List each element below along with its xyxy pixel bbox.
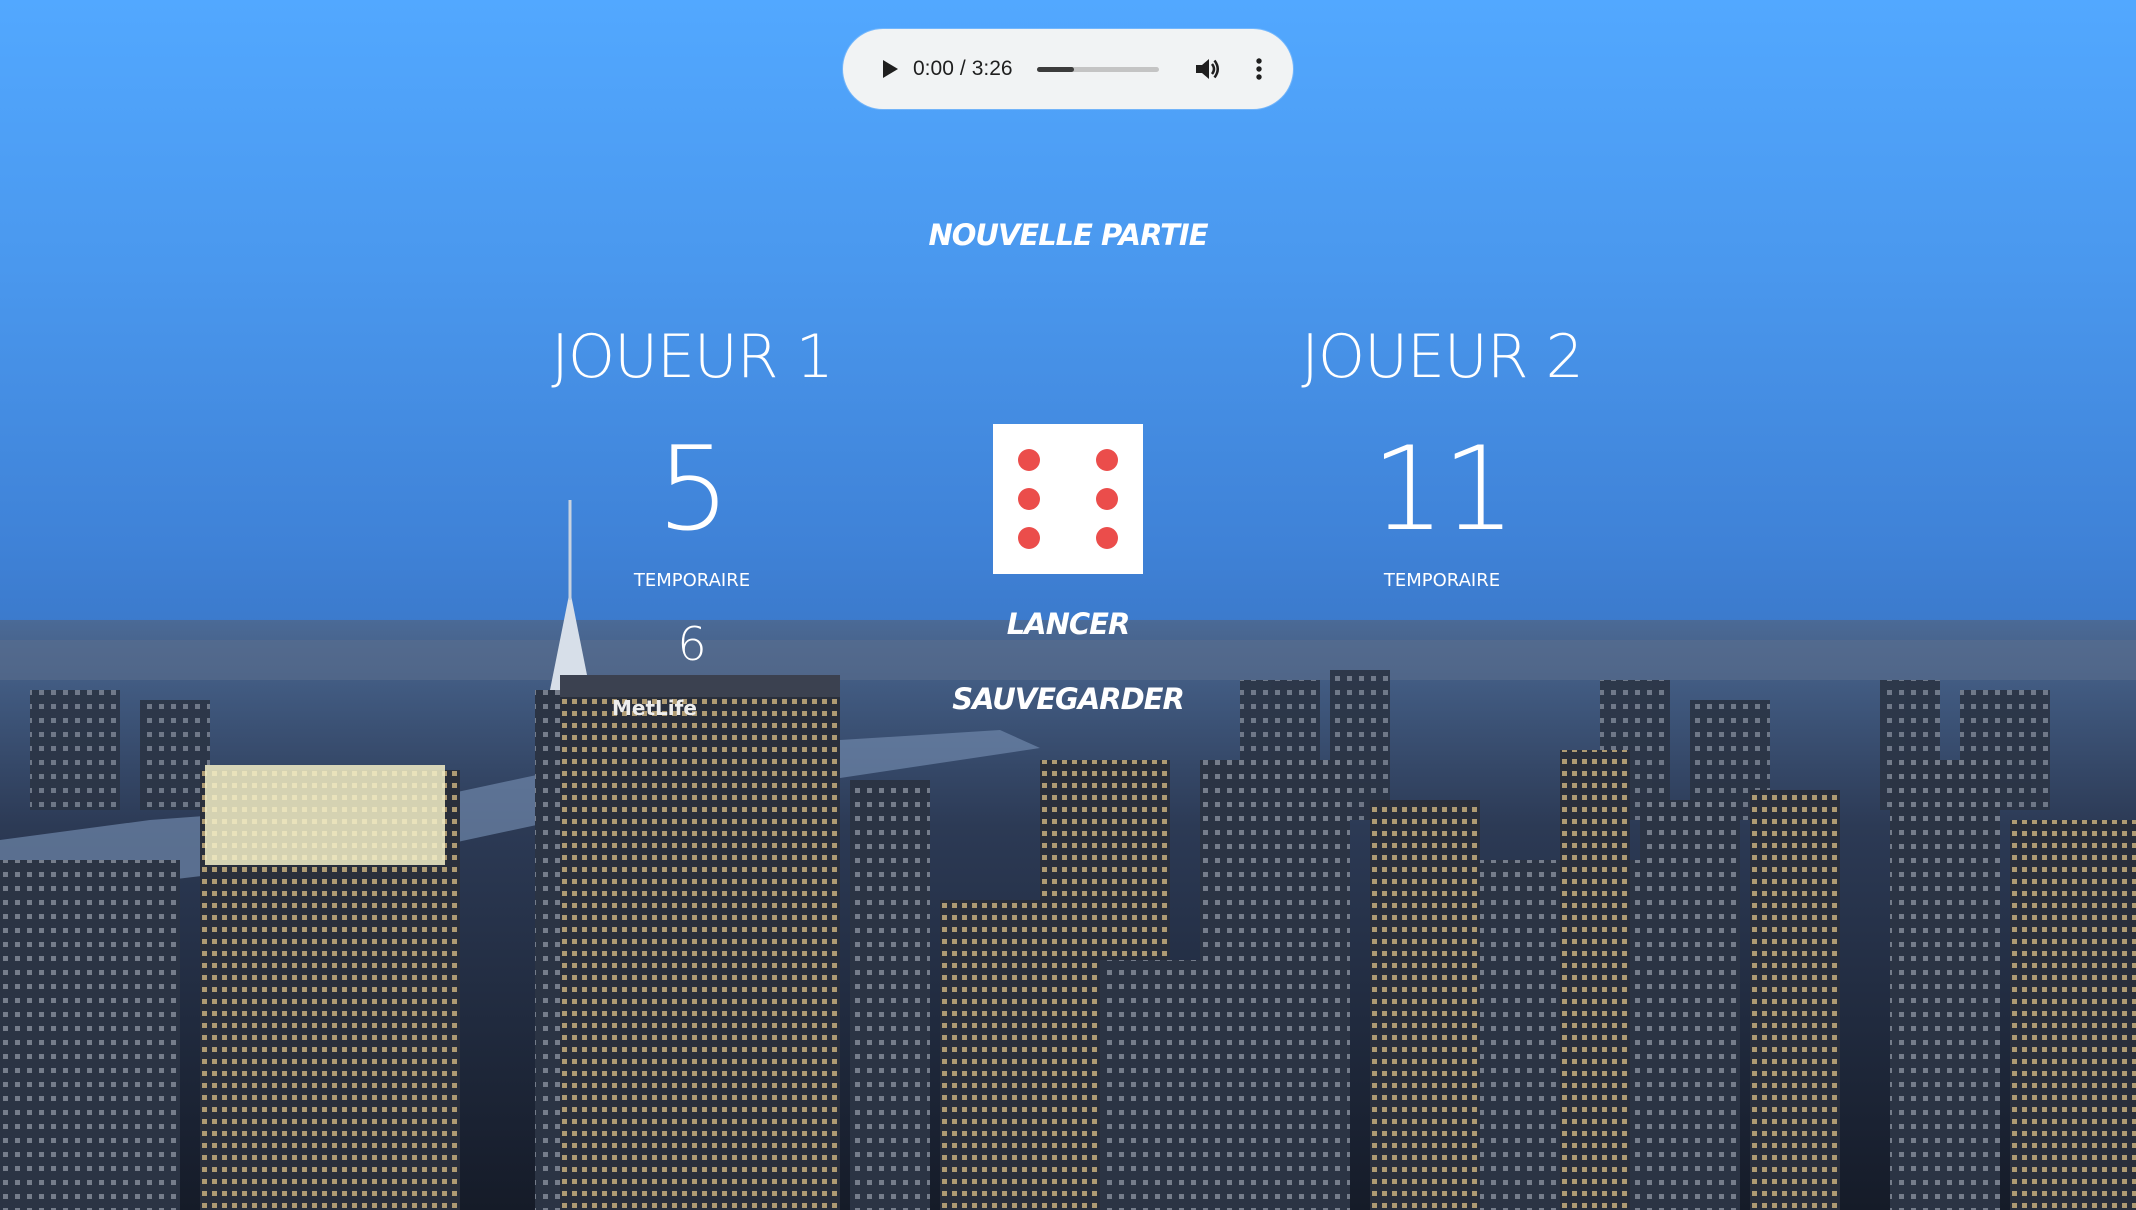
- more-options-icon[interactable]: [1243, 53, 1275, 85]
- audio-current-time: 0:00: [913, 57, 954, 80]
- player-1-name: JOUEUR 1: [551, 322, 834, 392]
- play-icon[interactable]: [873, 53, 905, 85]
- audio-progress-fill: [1037, 67, 1074, 72]
- new-game-button[interactable]: NOUVELLE PARTIE: [868, 218, 1268, 252]
- audio-duration: 3:26: [971, 57, 1013, 80]
- audio-time-separator: /: [959, 57, 966, 80]
- audio-progress-bar[interactable]: [1037, 67, 1159, 72]
- dice-pip: [1096, 527, 1118, 549]
- player-1-temp-value: 6: [677, 617, 707, 671]
- dice-pip: [1018, 449, 1040, 471]
- city-skyline-background: MetLife: [0, 0, 2136, 1210]
- audio-player[interactable]: 0:00 / 3:26: [843, 29, 1293, 109]
- player-1-score: 5: [656, 422, 731, 557]
- volume-icon[interactable]: [1191, 53, 1223, 85]
- dice-pip: [1096, 488, 1118, 510]
- player-2-temp-label: TEMPORAIRE: [1383, 570, 1501, 591]
- player-2-score: 11: [1371, 422, 1516, 557]
- save-score-button[interactable]: SAUVEGARDER: [868, 682, 1268, 716]
- player-1-temp-label: TEMPORAIRE: [633, 570, 751, 591]
- dice-pip: [1018, 488, 1040, 510]
- dice-pip: [1096, 449, 1118, 471]
- dice-pip: [1018, 527, 1040, 549]
- player-2-name: JOUEUR 2: [1301, 322, 1584, 392]
- svg-text:MetLife: MetLife: [612, 696, 697, 720]
- skyline-illustration: MetLife: [0, 500, 2136, 1210]
- roll-dice-button[interactable]: LANCER: [868, 607, 1268, 641]
- audio-time-display: 0:00 / 3:26: [913, 29, 1013, 109]
- dice-face: [993, 424, 1143, 574]
